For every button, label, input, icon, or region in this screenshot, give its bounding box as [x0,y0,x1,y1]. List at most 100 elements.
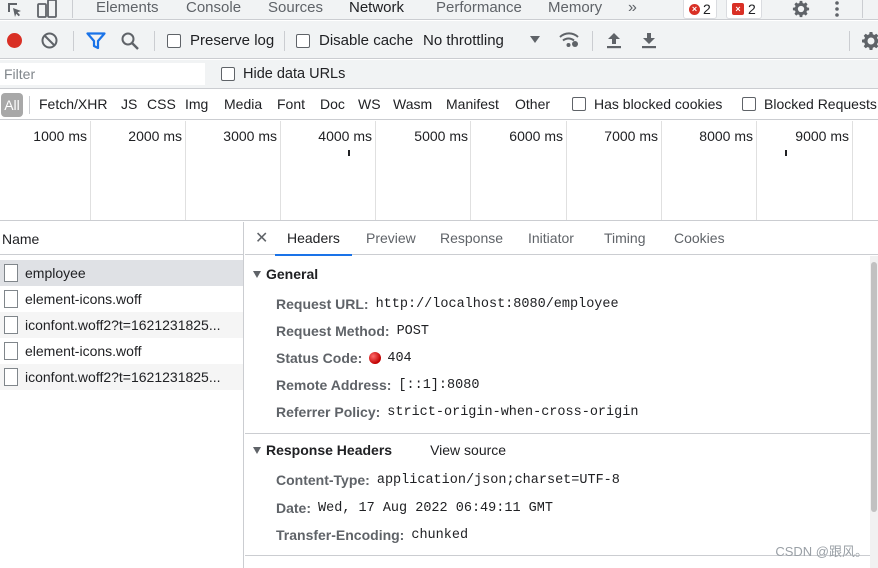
timeline-label: 4000 ms [318,128,372,144]
type-filter-fetch-xhr[interactable]: Fetch/XHR [39,96,107,112]
type-filter-css[interactable]: CSS [147,96,176,112]
throttling-select[interactable]: No throttling [423,32,504,49]
type-filter-ws[interactable]: WS [358,96,381,112]
type-filter-font[interactable]: Font [277,96,305,112]
type-filter-all[interactable]: All [1,93,23,117]
timeline-label: 8000 ms [699,128,753,144]
remote-address-value: [::1]:8080 [398,377,480,393]
tab-cookies[interactable]: Cookies [674,230,725,246]
preserve-log-label: Preserve log [190,32,275,49]
timeline-gridline [756,121,757,220]
timeline-gridline [90,121,91,220]
timeline-label: 3000 ms [223,128,277,144]
triangle-down-icon [253,270,261,278]
type-filter-media[interactable]: Media [224,96,262,112]
filter-input[interactable] [0,63,205,85]
network-toolbar: Preserve log Disable cache No throttling [0,21,878,59]
type-filter-wasm[interactable]: Wasm [393,96,432,112]
chevron-down-icon[interactable] [530,36,540,44]
issue-count-badge[interactable]: × 2 [726,0,762,19]
tab-network[interactable]: Network [349,0,404,19]
hide-data-urls-checkbox[interactable] [221,67,235,81]
timeline-gridline [280,121,281,220]
device-toolbar-icon[interactable] [37,0,57,18]
content-type-row: Content-Type: application/json;charset=U… [276,472,620,488]
name-column-header[interactable]: Name [0,222,243,255]
disable-cache-checkbox[interactable] [296,34,310,48]
general-section-header[interactable]: General [253,266,318,282]
request-row[interactable]: iconfont.woff2?t=1621231825... [0,364,243,390]
transfer-encoding-value: chunked [411,527,469,543]
import-har-upload-icon[interactable] [606,32,622,49]
search-icon[interactable] [121,32,139,50]
error-icon: × [689,3,700,15]
error-count-badge[interactable]: × 2 [683,0,717,19]
status-code-label: Status Code: [276,350,363,366]
toolbar-divider [73,31,74,51]
timeline-gridline [375,121,376,220]
double-chevron-right-icon[interactable]: » [628,0,637,19]
type-filter-manifest[interactable]: Manifest [446,96,499,112]
type-filter-img[interactable]: Img [185,96,208,112]
timeline-gridline [661,121,662,220]
preserve-log-checkbox[interactable] [167,34,181,48]
timeline-gridline [566,121,567,220]
network-settings-gear-icon[interactable] [861,31,878,51]
request-list: Name employee element-icons.woff iconfon… [0,222,244,568]
issue-count: 2 [748,1,756,17]
request-row[interactable]: employee [0,260,243,286]
tab-performance[interactable]: Performance [436,0,522,19]
request-row[interactable]: iconfont.woff2?t=1621231825... [0,312,243,338]
tab-headers[interactable]: Headers [275,230,352,256]
tab-console[interactable]: Console [186,0,241,19]
status-code-row: Status Code: 404 [276,350,412,366]
tab-initiator[interactable]: Initiator [528,230,574,246]
referrer-policy-row: Referrer Policy: strict-origin-when-cros… [276,404,638,420]
type-filter-doc[interactable]: Doc [320,96,345,112]
response-headers-section-header[interactable]: Response Headers View source [253,442,506,458]
details-scrollbar-thumb[interactable] [871,262,877,512]
clear-icon[interactable] [41,32,58,49]
issue-icon: × [732,3,744,15]
network-overview-timeline[interactable]: 1000 ms 2000 ms 3000 ms 4000 ms 5000 ms … [0,121,878,221]
transfer-encoding-label: Transfer-Encoding: [276,527,405,543]
file-icon [4,368,18,386]
request-details-panel: ✕ Headers Preview Response Initiator Tim… [245,222,878,568]
triangle-down-icon [253,446,261,454]
tab-elements[interactable]: Elements [96,0,159,19]
tab-preview[interactable]: Preview [366,230,416,246]
referrer-policy-label: Referrer Policy: [276,404,381,420]
has-blocked-cookies-checkbox[interactable] [572,97,586,111]
response-headers-title: Response Headers [266,442,393,458]
request-row[interactable]: element-icons.woff [0,338,243,364]
toolbar-divider [29,96,30,114]
network-conditions-wifi-icon[interactable] [558,31,580,49]
blocked-requests-checkbox[interactable] [742,97,756,111]
tab-sources[interactable]: Sources [268,0,323,19]
content-type-value: application/json;charset=UTF-8 [376,472,620,488]
export-har-download-icon[interactable] [641,32,657,49]
inspect-element-icon[interactable] [6,1,24,19]
request-row[interactable]: element-icons.woff [0,286,243,312]
timeline-label: 6000 ms [509,128,563,144]
more-options-vertical-icon[interactable] [830,0,844,18]
toolbar-divider [72,0,73,18]
toolbar-divider [862,0,863,18]
close-icon[interactable]: ✕ [255,228,268,248]
filter-funnel-icon[interactable] [86,32,106,50]
content-type-label: Content-Type: [276,472,370,488]
toolbar-divider [154,31,155,51]
view-source-link[interactable]: View source [430,442,506,458]
tab-timing[interactable]: Timing [604,230,646,246]
timeline-label: 9000 ms [795,128,849,144]
type-filter-js[interactable]: JS [121,96,137,112]
watermark: CSDN @跟风。 [775,544,868,559]
disable-cache-label: Disable cache [319,32,414,49]
transfer-encoding-row: Transfer-Encoding: chunked [276,527,468,543]
record-stop-icon[interactable] [6,32,23,49]
tab-response[interactable]: Response [440,230,503,246]
settings-gear-icon[interactable] [791,0,811,18]
tab-memory[interactable]: Memory [548,0,602,19]
date-value: Wed, 17 Aug 2022 06:49:11 GMT [318,500,553,516]
type-filter-other[interactable]: Other [515,96,550,112]
